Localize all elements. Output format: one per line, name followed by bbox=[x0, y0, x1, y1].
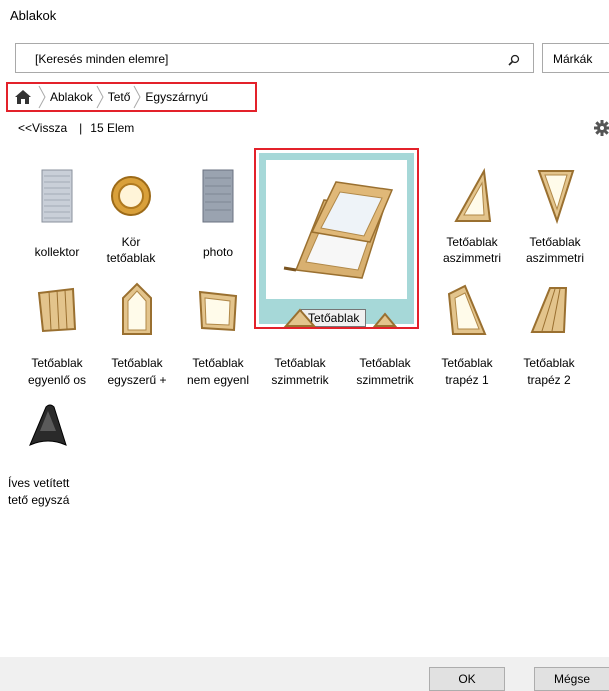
nav-row: <<Vissza | 15 Elem bbox=[18, 121, 134, 135]
item-label-line2: trapéz 1 bbox=[445, 373, 489, 387]
round-window-thumbnail bbox=[89, 166, 173, 226]
item-label-line2: szimmetrik bbox=[356, 373, 414, 387]
item-label-line1: Tetőablak bbox=[446, 235, 498, 249]
skylight-thumbnail bbox=[266, 160, 407, 299]
item-label-line1: Tetőablak bbox=[441, 356, 493, 370]
search-icon[interactable] bbox=[507, 53, 521, 67]
item-label-line1: Tetőablak bbox=[192, 356, 244, 370]
skylight-thumbnail bbox=[425, 280, 509, 340]
dialog-footer: OK Mégse bbox=[0, 657, 609, 691]
breadcrumb-item-egyszarnyu[interactable]: Egyszárnyú bbox=[142, 90, 211, 104]
item-label-line2: egyszerű + bbox=[107, 373, 167, 387]
ok-button[interactable]: OK bbox=[429, 667, 505, 691]
item-label: photo bbox=[202, 245, 234, 259]
window-title: Ablakok bbox=[10, 8, 57, 23]
item-label-line2: trapéz 2 bbox=[527, 373, 571, 387]
item-label-line1: Tetőablak bbox=[523, 356, 575, 370]
item-label-line1: Tetőablak bbox=[359, 356, 411, 370]
skylight-thumbnail bbox=[507, 280, 591, 340]
skylight-thumbnail bbox=[15, 280, 99, 340]
item-label-line2: tetőablak bbox=[106, 251, 156, 265]
item-label-line2: szimmetrik bbox=[271, 373, 329, 387]
item-label-line2: tető egyszá bbox=[8, 493, 70, 507]
chevron-right-icon bbox=[133, 84, 142, 110]
item-label-line2: aszimmetri bbox=[525, 251, 584, 265]
photo-thumbnail bbox=[176, 166, 260, 226]
skylight-thumbnail bbox=[258, 280, 342, 340]
item-label-line1: Íves vetített bbox=[8, 476, 70, 490]
brands-button-label: Márkák bbox=[553, 52, 593, 66]
chevron-right-icon bbox=[38, 84, 47, 110]
back-link[interactable]: <<Vissza bbox=[18, 121, 67, 135]
search-placeholder: [Keresés minden elemre] bbox=[35, 52, 169, 66]
collector-thumbnail bbox=[15, 166, 99, 226]
item-label-line2: egyenlő os bbox=[27, 373, 87, 387]
brands-button[interactable]: Márkák bbox=[542, 43, 609, 73]
asymmetric-window-thumbnail bbox=[430, 166, 514, 226]
curved-roof-thumbnail bbox=[6, 396, 90, 456]
item-label-line1: Tetőablak bbox=[111, 356, 163, 370]
skylight-thumbnail bbox=[176, 280, 260, 340]
item-label-line2: aszimmetri bbox=[442, 251, 501, 265]
skylight-thumbnail bbox=[343, 280, 427, 340]
skylight-thumbnail bbox=[95, 280, 179, 340]
asymmetric-window-thumbnail bbox=[513, 166, 597, 226]
item-label-line1: Tetőablak bbox=[529, 235, 581, 249]
search-input[interactable]: [Keresés minden elemre] bbox=[15, 43, 534, 73]
item-label-line1: Kör bbox=[121, 235, 141, 249]
nav-divider: | bbox=[79, 121, 83, 135]
gear-icon[interactable] bbox=[594, 120, 609, 136]
item-label-line1: Tetőablak bbox=[31, 356, 83, 370]
item-label-line1: Tetőablak bbox=[274, 356, 326, 370]
item-label-line2: nem egyenl bbox=[186, 373, 250, 387]
cancel-button[interactable]: Mégse bbox=[534, 667, 609, 691]
breadcrumb-item-teto[interactable]: Tető bbox=[105, 90, 134, 104]
breadcrumb-item-ablakok[interactable]: Ablakok bbox=[47, 90, 96, 104]
chevron-right-icon bbox=[96, 84, 105, 110]
home-icon[interactable] bbox=[8, 84, 38, 110]
breadcrumb: Ablakok Tető Egyszárnyú bbox=[6, 82, 257, 112]
item-count: 15 Elem bbox=[90, 121, 135, 135]
